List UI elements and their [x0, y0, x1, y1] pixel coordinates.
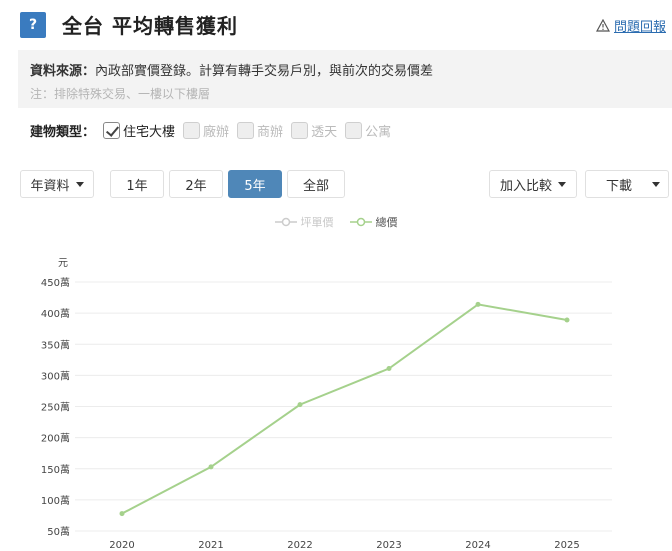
building-type-filter: 建物類型： 住宅大樓 廠辦 商辦 透天 公寓 [30, 120, 399, 140]
x-tick-label: 2024 [465, 540, 490, 551]
building-type-option[interactable]: 透天 [291, 121, 337, 140]
x-tick-label: 2025 [554, 540, 579, 551]
chevron-down-icon [75, 181, 84, 187]
legend-item-label: 總價 [375, 216, 398, 229]
header-bar: ? 全台 平均轉售獲利 問題回報 [0, 0, 672, 50]
range-button-1y[interactable]: 1年 [110, 170, 164, 198]
add-compare-label: 加入比較 [499, 178, 552, 194]
building-type-option[interactable]: 商辦 [237, 121, 283, 140]
x-tick-label: 2022 [287, 540, 312, 551]
chevron-down-icon [652, 181, 660, 187]
line-chart: 元 50萬 100萬 150萬 200萬 250萬 300萬 350萬 400萬 450萬 2020… [41, 258, 612, 551]
building-type-option-label: 商辦 [257, 124, 284, 140]
report-issue-link[interactable]: 問題回報 [595, 16, 666, 35]
checkbox-checked[interactable] [103, 121, 121, 139]
building-type-label: 建物類型： [30, 124, 96, 140]
building-type-option-label: 透天 [311, 124, 338, 140]
y-tick-label: 150萬 [41, 463, 70, 476]
dataset-select-label: 年資料 [30, 178, 70, 194]
checkbox[interactable] [291, 121, 309, 139]
download-label: 下載 [606, 178, 633, 194]
range-button-label: 5年 [244, 178, 266, 194]
building-type-option[interactable]: 廠辦 [183, 121, 229, 140]
data-source-line: 資料來源：內政部實價登錄。計算有轉手交易戶別，與前次的交易價差 [30, 60, 672, 79]
checkbox[interactable] [183, 121, 201, 139]
data-source-panel: 資料來源：內政部實價登錄。計算有轉手交易戶別，與前次的交易價差 注：排除特殊交易… [18, 50, 672, 108]
range-button-all[interactable]: 全部 [287, 170, 345, 198]
y-axis-unit-label: 元 [58, 258, 68, 269]
y-tick-label: 200萬 [41, 432, 70, 445]
legend-marker-icon [349, 217, 372, 227]
y-tick-label: 450萬 [41, 276, 70, 289]
chart-legend: 坪單價 總價 [0, 214, 672, 230]
legend-item-total-price[interactable]: 總價 [349, 214, 398, 230]
x-tick-label: 2023 [376, 540, 401, 551]
y-tick-label: 100萬 [41, 494, 70, 507]
x-tick-label: 2020 [109, 540, 134, 551]
warning-triangle-icon [595, 19, 610, 32]
download-button[interactable]: 下載 [585, 170, 669, 198]
legend-marker-icon [274, 217, 297, 227]
data-source-label: 資料來源： [30, 64, 96, 79]
chevron-down-icon [558, 181, 566, 187]
y-tick-label: 250萬 [41, 401, 70, 414]
checkbox[interactable] [345, 121, 363, 139]
range-button-label: 1年 [126, 178, 148, 194]
help-button[interactable]: ? [20, 12, 46, 38]
data-point [119, 511, 125, 517]
data-source-text: 內政部實價登錄。計算有轉手交易戶別，與前次的交易價差 [95, 64, 434, 79]
data-point [386, 366, 392, 372]
y-tick-label: 300萬 [41, 369, 70, 382]
range-button-5y[interactable]: 5年 [228, 170, 282, 198]
data-point [297, 402, 303, 408]
report-issue-label: 問題回報 [613, 20, 666, 35]
y-tick-label: 350萬 [41, 338, 70, 351]
data-note: 注：排除特殊交易、一樓以下樓層 [30, 87, 211, 101]
x-tick-label: 2021 [198, 540, 223, 551]
legend-item-label: 坪單價 [300, 216, 334, 229]
building-type-option-label: 公寓 [365, 124, 392, 140]
building-type-option-label: 廠辦 [203, 124, 230, 140]
building-type-option[interactable]: 住宅大樓 [103, 121, 175, 140]
legend-item-unit-price[interactable]: 坪單價 [274, 214, 334, 230]
page-title: 全台 平均轉售獲利 [62, 14, 238, 38]
y-tick-label: 400萬 [41, 307, 70, 320]
dataset-select[interactable]: 年資料 [20, 170, 94, 198]
series-line-total-price [121, 303, 568, 515]
range-button-label: 2年 [185, 178, 207, 194]
data-point [475, 301, 481, 307]
data-point [564, 317, 570, 323]
building-type-option-label: 住宅大樓 [123, 124, 176, 140]
checkbox[interactable] [237, 121, 255, 139]
add-compare-button[interactable]: 加入比較 [489, 170, 577, 198]
y-tick-label: 50萬 [47, 525, 70, 538]
building-type-option[interactable]: 公寓 [345, 121, 391, 140]
data-point [208, 464, 214, 470]
range-button-2y[interactable]: 2年 [169, 170, 223, 198]
range-button-label: 全部 [302, 178, 329, 194]
